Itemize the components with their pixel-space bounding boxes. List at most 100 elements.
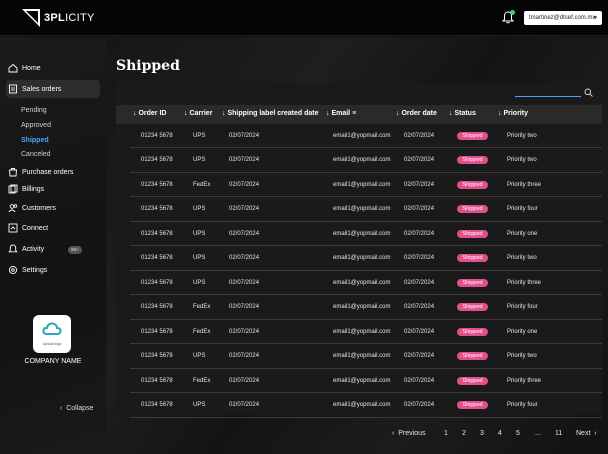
table-cell: Priority four xyxy=(507,402,538,408)
table-cell: 02/07/2024 xyxy=(229,353,260,359)
column-header-status[interactable]: ↓ Status xyxy=(449,110,476,117)
table-cell: 02/07/2024 xyxy=(229,304,260,310)
page-button[interactable]: 2 xyxy=(462,430,466,437)
sidebar-subitem-shipped[interactable]: Shipped xyxy=(21,137,49,144)
sidebar-item-settings[interactable]: Settings xyxy=(6,261,100,279)
column-label: Order ID xyxy=(138,110,167,117)
upload-logo-caption: Upload logo xyxy=(42,342,62,346)
page-button[interactable]: 1 xyxy=(444,430,448,437)
table-cell: UPS xyxy=(193,132,206,139)
column-header-email[interactable]: ↓ Email ≡ xyxy=(326,110,356,117)
column-label: Email xyxy=(331,110,351,117)
sidebar-item-billings[interactable]: Billings xyxy=(6,180,100,198)
table-cell: 02/07/2024 xyxy=(229,132,260,139)
status-badge: Shipped xyxy=(457,229,488,238)
table-cell: Priority four xyxy=(507,304,538,310)
column-header-carrier[interactable]: ↓ Carrier xyxy=(184,110,212,117)
connect-icon xyxy=(8,223,18,233)
table-cell: Priority two xyxy=(507,255,537,261)
table-cell: Priority three xyxy=(507,377,542,384)
status-badge: Shipped xyxy=(457,131,488,140)
sidebar-subitem-canceled[interactable]: Canceled xyxy=(21,151,51,158)
sidebar-item-connect[interactable]: Connect xyxy=(6,219,100,237)
table-cell: 01234 5678 xyxy=(141,353,173,359)
table-cell: email1@yopmail.com xyxy=(333,255,391,261)
purchase-orders-icon xyxy=(9,168,17,177)
table-cell: 02/07/2024 xyxy=(404,279,435,286)
chevron-left-icon: ‹ xyxy=(60,405,63,412)
column-label: Carrier xyxy=(189,110,213,117)
table-cell: 02/07/2024 xyxy=(229,377,260,384)
sidebar-item-sales-orders[interactable]: Sales orders xyxy=(6,80,100,98)
table-cell: email1@yopmail.com xyxy=(333,279,391,286)
table-cell: FedEx xyxy=(193,328,211,335)
table-cell: 01234 5678 xyxy=(141,157,173,163)
company-logo[interactable]: Upload logo xyxy=(33,315,71,353)
pagination-next[interactable]: Next › xyxy=(576,430,597,437)
column-header-order-id[interactable]: ↓ Order ID xyxy=(133,110,166,117)
status-badge: Shipped xyxy=(457,254,488,262)
table-cell: 02/07/2024 xyxy=(229,255,260,261)
page-button[interactable]: 5 xyxy=(516,430,520,437)
page-button[interactable]: 11 xyxy=(555,430,562,437)
table-cell: Priority one xyxy=(507,328,538,335)
pagination-previous[interactable]: ‹ Previous xyxy=(392,430,425,437)
table-cell: 02/07/2024 xyxy=(404,206,435,212)
activity-count-badge: 99+ xyxy=(68,246,82,254)
table-cell: UPS xyxy=(193,402,206,408)
column-label: Status xyxy=(454,110,476,117)
table-cell: 01234 5678 xyxy=(141,402,173,408)
table-cell: 01234 5678 xyxy=(141,328,173,335)
sidebar-item-label: Connect xyxy=(22,224,49,232)
table-cell: 02/07/2024 xyxy=(404,132,435,139)
table-cell: UPS xyxy=(193,157,206,163)
table-cell: 02/07/2024 xyxy=(229,328,260,335)
logo-text-bold: 3PL xyxy=(44,12,66,24)
column-header-order-date[interactable]: ↓ Order date xyxy=(396,110,437,117)
table-cell: 02/07/2024 xyxy=(229,181,260,188)
sidebar-item-label: Billings xyxy=(22,185,45,193)
company-name: COMPANY NAME xyxy=(24,358,82,365)
bell-icon xyxy=(8,244,18,253)
table-cell: UPS xyxy=(193,279,206,286)
sidebar-item-customers[interactable]: Customers xyxy=(6,199,100,217)
sidebar-item-purchase-orders[interactable]: Purchase orders xyxy=(6,163,100,181)
user-account-select[interactable]: tmartinez@dtsef.com.mx ▼ xyxy=(524,11,602,25)
next-label: Next xyxy=(576,430,591,437)
search-input[interactable] xyxy=(515,96,581,97)
column-header-shipping-label-date[interactable]: ↓ Shipping label created date xyxy=(222,110,318,117)
status-badge: Shipped xyxy=(457,303,488,311)
collapse-sidebar-button[interactable]: ‹ Collapse xyxy=(60,405,93,412)
page-button[interactable]: 3 xyxy=(480,430,484,437)
table-cell: 02/07/2024 xyxy=(229,206,260,212)
table-cell: UPS xyxy=(193,206,206,212)
column-label: Order date xyxy=(401,110,437,117)
table-cell: FedEx xyxy=(193,304,211,310)
sidebar-subitem-pending[interactable]: Pending xyxy=(21,107,47,114)
table-cell: email1@yopmail.com xyxy=(333,181,391,188)
previous-label: Previous xyxy=(398,430,426,437)
page-button[interactable]: 4 xyxy=(498,430,502,437)
table-cell: 02/07/2024 xyxy=(404,255,435,261)
sidebar-item-home[interactable]: Home xyxy=(6,59,100,77)
filter-icon[interactable]: ≡ xyxy=(352,110,356,117)
logo-text-thin: ICITY xyxy=(65,12,95,24)
chevron-left-icon: ‹ xyxy=(392,430,395,437)
chevron-right-icon: › xyxy=(594,430,597,437)
sales-orders-icon xyxy=(9,84,17,94)
table-cell: 02/07/2024 xyxy=(229,230,260,237)
search-icon[interactable] xyxy=(584,88,593,97)
column-header-priority[interactable]: ↓ Priority xyxy=(498,110,528,117)
table-cell: email1@yopmail.com xyxy=(333,230,391,237)
table-cell: UPS xyxy=(193,255,206,261)
table-cell: 01234 5678 xyxy=(141,304,173,310)
sidebar-item-activity[interactable]: Activity xyxy=(6,240,100,258)
customers-icon xyxy=(8,204,18,213)
table-cell: 01234 5678 xyxy=(141,206,173,212)
status-badge: Shipped xyxy=(457,376,488,385)
app-logo[interactable]: 3PLICITY xyxy=(22,9,95,27)
table-cell: email1@yopmail.com xyxy=(333,206,391,212)
table-cell: 02/07/2024 xyxy=(229,402,260,408)
sidebar-subitem-approved[interactable]: Approved xyxy=(21,122,51,129)
sidebar-item-label: Home xyxy=(22,64,41,72)
